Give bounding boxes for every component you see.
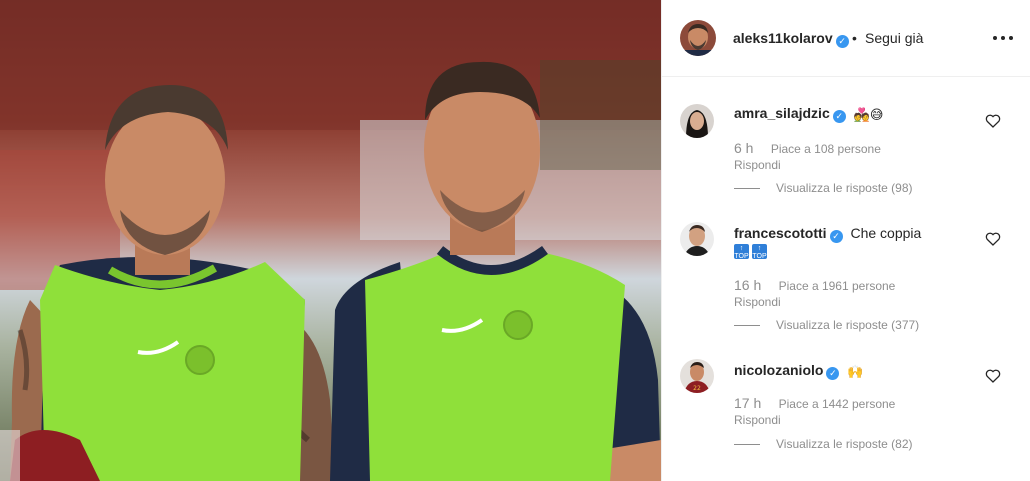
view-replies-button[interactable]: Visualizza le risposte (82) (734, 437, 913, 451)
commenter-username[interactable]: francescototti (734, 225, 827, 241)
replies-divider-line (734, 188, 760, 190)
top-badge-label: TOP (734, 253, 749, 260)
photo-two-players (0, 0, 661, 481)
comment-body: 💑😅 (853, 105, 884, 122)
like-heart-icon[interactable] (985, 368, 1001, 384)
verified-badge-icon: ✓ (835, 35, 849, 48)
comment-meta: 6 h Piace a 108 persone (734, 140, 881, 156)
comment-body: 🙌 (847, 362, 864, 379)
view-replies-button[interactable]: Visualizza le risposte (98) (734, 181, 913, 195)
comment-likes[interactable]: Piace a 1961 persone (779, 279, 896, 293)
raised-hands-emoji-icon: 🙌 (847, 364, 864, 379)
commenter-avatar[interactable] (680, 104, 714, 138)
top-badge-label: TOP (752, 253, 767, 260)
reply-button[interactable]: Rispondi (734, 413, 781, 427)
verified-badge-icon: ✓ (829, 230, 843, 243)
top-arrow-icon: ↑ TOP (734, 244, 749, 260)
following-button[interactable]: Segui già (865, 30, 923, 46)
verified-badge-icon: ✓ (832, 110, 846, 123)
author-username-text[interactable]: aleks11kolarov (733, 30, 833, 46)
comment-text: nicolozaniolo ✓ 🙌 (734, 362, 864, 380)
like-heart-icon[interactable] (985, 113, 1001, 129)
view-replies-label[interactable]: Visualizza le risposte (98) (776, 181, 913, 195)
view-replies-label[interactable]: Visualizza le risposte (82) (776, 437, 913, 451)
instagram-post: aleks11kolarov ✓ • Segui già amra_silajdz… (0, 0, 1030, 481)
commenter-avatar[interactable]: 22 (680, 359, 714, 393)
view-replies-button[interactable]: Visualizza le risposte (377) (734, 318, 919, 332)
more-options-icon[interactable] (992, 28, 1014, 48)
verified-badge-icon: ✓ (826, 367, 840, 380)
commenter-avatar[interactable] (680, 222, 714, 256)
replies-divider-line (734, 325, 760, 327)
couple-emoji-icon: 💑 (853, 107, 870, 122)
comment-meta: 16 h Piace a 1961 persone (734, 277, 895, 293)
grin-sweat-emoji-icon: 😅 (869, 107, 884, 122)
post-photo[interactable] (0, 0, 661, 481)
comment-time[interactable]: 17 h (734, 395, 761, 411)
comment-text: francescototti ✓ Che coppia (734, 225, 921, 243)
view-replies-label[interactable]: Visualizza le risposte (377) (776, 318, 919, 332)
avatar-image (680, 104, 714, 138)
post-header: aleks11kolarov ✓ • Segui già (662, 0, 1030, 77)
comment-time[interactable]: 16 h (734, 277, 761, 293)
comment-likes[interactable]: Piace a 1442 persone (779, 397, 896, 411)
like-heart-icon[interactable] (985, 231, 1001, 247)
avatar-image (680, 20, 716, 56)
avatar-image (680, 222, 714, 256)
svg-text:22: 22 (693, 385, 701, 392)
commenter-username[interactable]: nicolozaniolo (734, 362, 823, 378)
commenter-username[interactable]: amra_silajdzic (734, 105, 830, 121)
author-avatar[interactable] (680, 20, 716, 56)
comment-badges: ↑ TOP↑ TOP (734, 243, 770, 260)
replies-divider-line (734, 444, 760, 446)
comment-time[interactable]: 6 h (734, 140, 753, 156)
post-side-panel: aleks11kolarov ✓ • Segui già amra_silajdz… (661, 0, 1030, 481)
avatar-image: 22 (680, 359, 714, 393)
reply-button[interactable]: Rispondi (734, 158, 781, 172)
reply-button[interactable]: Rispondi (734, 295, 781, 309)
separator-dot: • (852, 30, 857, 46)
comment-likes[interactable]: Piace a 108 persone (771, 142, 881, 156)
comment-meta: 17 h Piace a 1442 persone (734, 395, 895, 411)
author-username[interactable]: aleks11kolarov ✓ (733, 30, 849, 48)
comment-text: amra_silajdzic ✓ 💑😅 (734, 105, 883, 123)
comment-body: Che coppia (850, 225, 922, 241)
top-arrow-icon: ↑ TOP (752, 244, 767, 260)
